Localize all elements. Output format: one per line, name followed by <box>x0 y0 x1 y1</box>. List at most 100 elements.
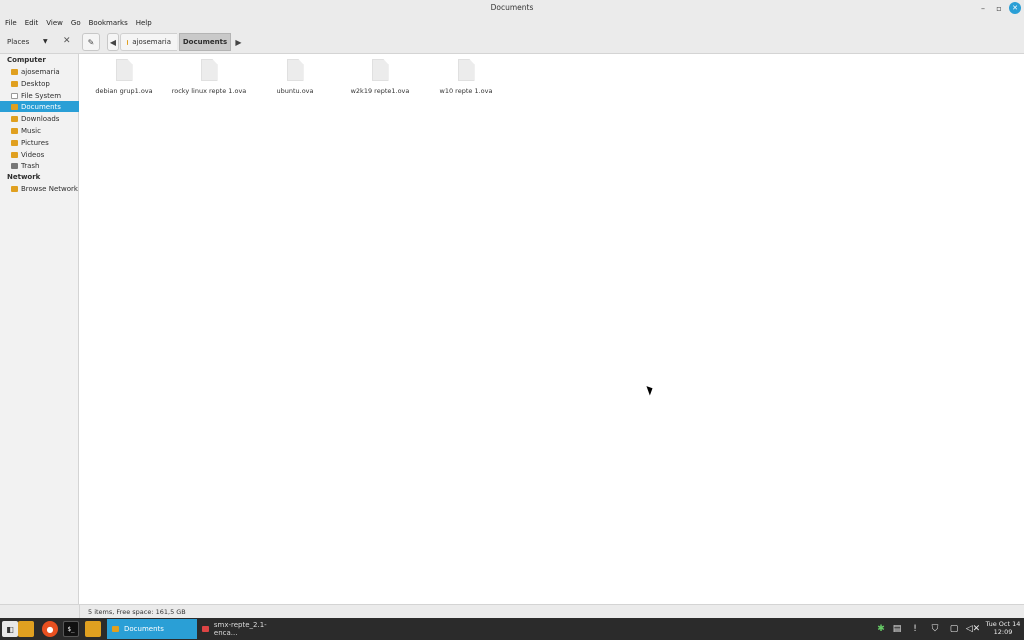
breadcrumb-home[interactable]: ajosemaria <box>120 33 177 51</box>
breadcrumb-documents-label: Documents <box>182 38 228 46</box>
file-icon <box>286 59 304 81</box>
volume-muted-icon[interactable]: ◁✕ <box>966 621 980 637</box>
sidebar-item-videos[interactable]: Videos <box>0 149 79 160</box>
places-selector[interactable]: Places ▼ ✕ <box>3 34 78 50</box>
file-icon <box>457 59 475 81</box>
file-item[interactable]: w10 repte 1.ova <box>426 59 506 95</box>
title-bar: Documents – ▫ ✕ <box>0 0 1024 16</box>
sidebar-item-label: Desktop <box>21 79 50 88</box>
file-name: rocky linux repte 1.ova <box>171 87 247 95</box>
file-item[interactable]: debian grup1.ova <box>84 59 164 95</box>
start-menu-icon[interactable]: ◧ <box>2 621 18 637</box>
sidebar-item-label: Documents <box>21 102 61 111</box>
file-name: w2k19 repte1.ova <box>350 87 410 95</box>
taskbar: ◧ ● $_ Documents smx-repte_2.1-enca... ✱… <box>0 618 1024 640</box>
sidebar-item-music[interactable]: Music <box>0 125 79 136</box>
back-button[interactable]: ◀ <box>107 33 119 51</box>
sidebar-item-label: Trash <box>21 161 40 170</box>
drive-icon <box>11 92 18 99</box>
task-pdf[interactable]: smx-repte_2.1-enca... <box>197 619 289 639</box>
terminal-launcher-icon[interactable]: $_ <box>63 621 79 637</box>
folder-icon <box>112 626 119 632</box>
sidebar-item-label: Videos <box>21 150 45 159</box>
clipboard-icon[interactable]: ▤ <box>890 621 904 637</box>
sidebar-item-home[interactable]: ajosemaria <box>0 66 79 77</box>
sidebar-section-network: Network <box>7 173 41 181</box>
task-label: Documents <box>124 625 164 633</box>
sidebar-item-desktop[interactable]: Desktop <box>0 78 79 89</box>
documents-folder-icon <box>11 103 18 110</box>
files-launcher-icon[interactable] <box>18 621 34 637</box>
close-sidebar-icon[interactable]: ✕ <box>63 36 71 46</box>
shield-icon[interactable]: ⛉ <box>928 621 942 637</box>
file-name: w10 repte 1.ova <box>439 87 493 95</box>
display-icon[interactable]: ▢ <box>947 621 961 637</box>
close-icon[interactable]: ✕ <box>1009 2 1021 14</box>
file-item[interactable]: ubuntu.ova <box>255 59 335 95</box>
clock-time: 12:09 <box>993 628 1013 636</box>
menu-go[interactable]: Go <box>71 19 81 27</box>
file-view[interactable]: debian grup1.ova rocky linux repte 1.ova… <box>80 54 1024 604</box>
file-item[interactable]: rocky linux repte 1.ova <box>169 59 249 95</box>
notification-icon[interactable]: ! <box>908 621 922 637</box>
menu-view[interactable]: View <box>46 19 63 27</box>
menu-bar: File Edit View Go Bookmarks Help <box>0 16 1024 30</box>
sidebar-item-label: ajosemaria <box>21 67 60 76</box>
pictures-folder-icon <box>11 139 18 146</box>
forward-button[interactable]: ▶ <box>233 33 244 51</box>
videos-folder-icon <box>11 151 18 158</box>
breadcrumb-documents[interactable]: Documents <box>179 33 231 51</box>
sidebar-item-trash[interactable]: Trash <box>0 160 79 171</box>
clock[interactable]: Tue Oct 14 12:09 <box>985 620 1021 636</box>
home-folder-icon <box>11 68 18 75</box>
file-name: debian grup1.ova <box>95 87 153 95</box>
folder-launcher-icon[interactable] <box>85 621 101 637</box>
pdf-icon <box>202 626 209 632</box>
task-documents[interactable]: Documents <box>107 619 197 639</box>
sidebar-section-computer: Computer <box>7 56 46 64</box>
maximize-icon[interactable]: ▫ <box>993 2 1005 14</box>
file-icon <box>115 59 133 81</box>
sidebar-item-pictures[interactable]: Pictures <box>0 137 79 148</box>
menu-file[interactable]: File <box>5 19 17 27</box>
sidebar: Computer ajosemaria Desktop File System … <box>0 54 79 604</box>
sidebar-item-label: File System <box>21 91 62 100</box>
music-folder-icon <box>11 127 18 134</box>
edit-icon: ✎ <box>87 37 95 47</box>
sidebar-item-filesystem[interactable]: File System <box>0 90 79 101</box>
status-bar: 5 items, Free space: 161,5 GB <box>80 604 1024 618</box>
sidebar-item-label: Pictures <box>21 138 49 147</box>
update-icon[interactable]: ✱ <box>874 621 888 637</box>
sidebar-item-documents[interactable]: Documents <box>0 101 79 112</box>
places-label: Places <box>7 38 30 46</box>
toolbar: Places ▼ ✕ ✎ ◀ ajosemaria Documents ▶ <box>0 30 1024 54</box>
sidebar-item-downloads[interactable]: Downloads <box>0 113 79 124</box>
status-text: 5 items, Free space: 161,5 GB <box>88 607 186 616</box>
sidebar-item-label: Browse Network <box>21 184 78 193</box>
browser-launcher-icon[interactable]: ● <box>42 621 58 637</box>
breadcrumb-home-label: ajosemaria <box>132 38 171 46</box>
clock-date: Tue Oct 14 <box>985 620 1021 628</box>
trash-icon <box>11 162 18 169</box>
file-name: ubuntu.ova <box>276 87 314 95</box>
edit-location-button[interactable]: ✎ <box>82 33 100 51</box>
task-label: smx-repte_2.1-enca... <box>213 621 267 637</box>
minimize-icon[interactable]: – <box>977 2 989 14</box>
home-folder-icon <box>127 39 129 45</box>
menu-edit[interactable]: Edit <box>25 19 39 27</box>
chevron-left-icon: ◀ <box>109 37 117 47</box>
downloads-folder-icon <box>11 115 18 122</box>
file-item[interactable]: w2k19 repte1.ova <box>340 59 420 95</box>
menu-help[interactable]: Help <box>136 19 152 27</box>
sidebar-item-browse-network[interactable]: Browse Network <box>0 183 79 194</box>
menu-bookmarks[interactable]: Bookmarks <box>89 19 128 27</box>
sidebar-item-label: Downloads <box>21 114 60 123</box>
desktop-folder-icon <box>11 80 18 87</box>
file-icon <box>200 59 218 81</box>
window-title: Documents <box>490 3 534 12</box>
sidebar-item-label: Music <box>21 126 41 135</box>
network-icon <box>11 185 18 192</box>
chevron-down-icon[interactable]: ▼ <box>43 38 48 45</box>
statusbar-left <box>0 604 80 618</box>
file-icon <box>371 59 389 81</box>
